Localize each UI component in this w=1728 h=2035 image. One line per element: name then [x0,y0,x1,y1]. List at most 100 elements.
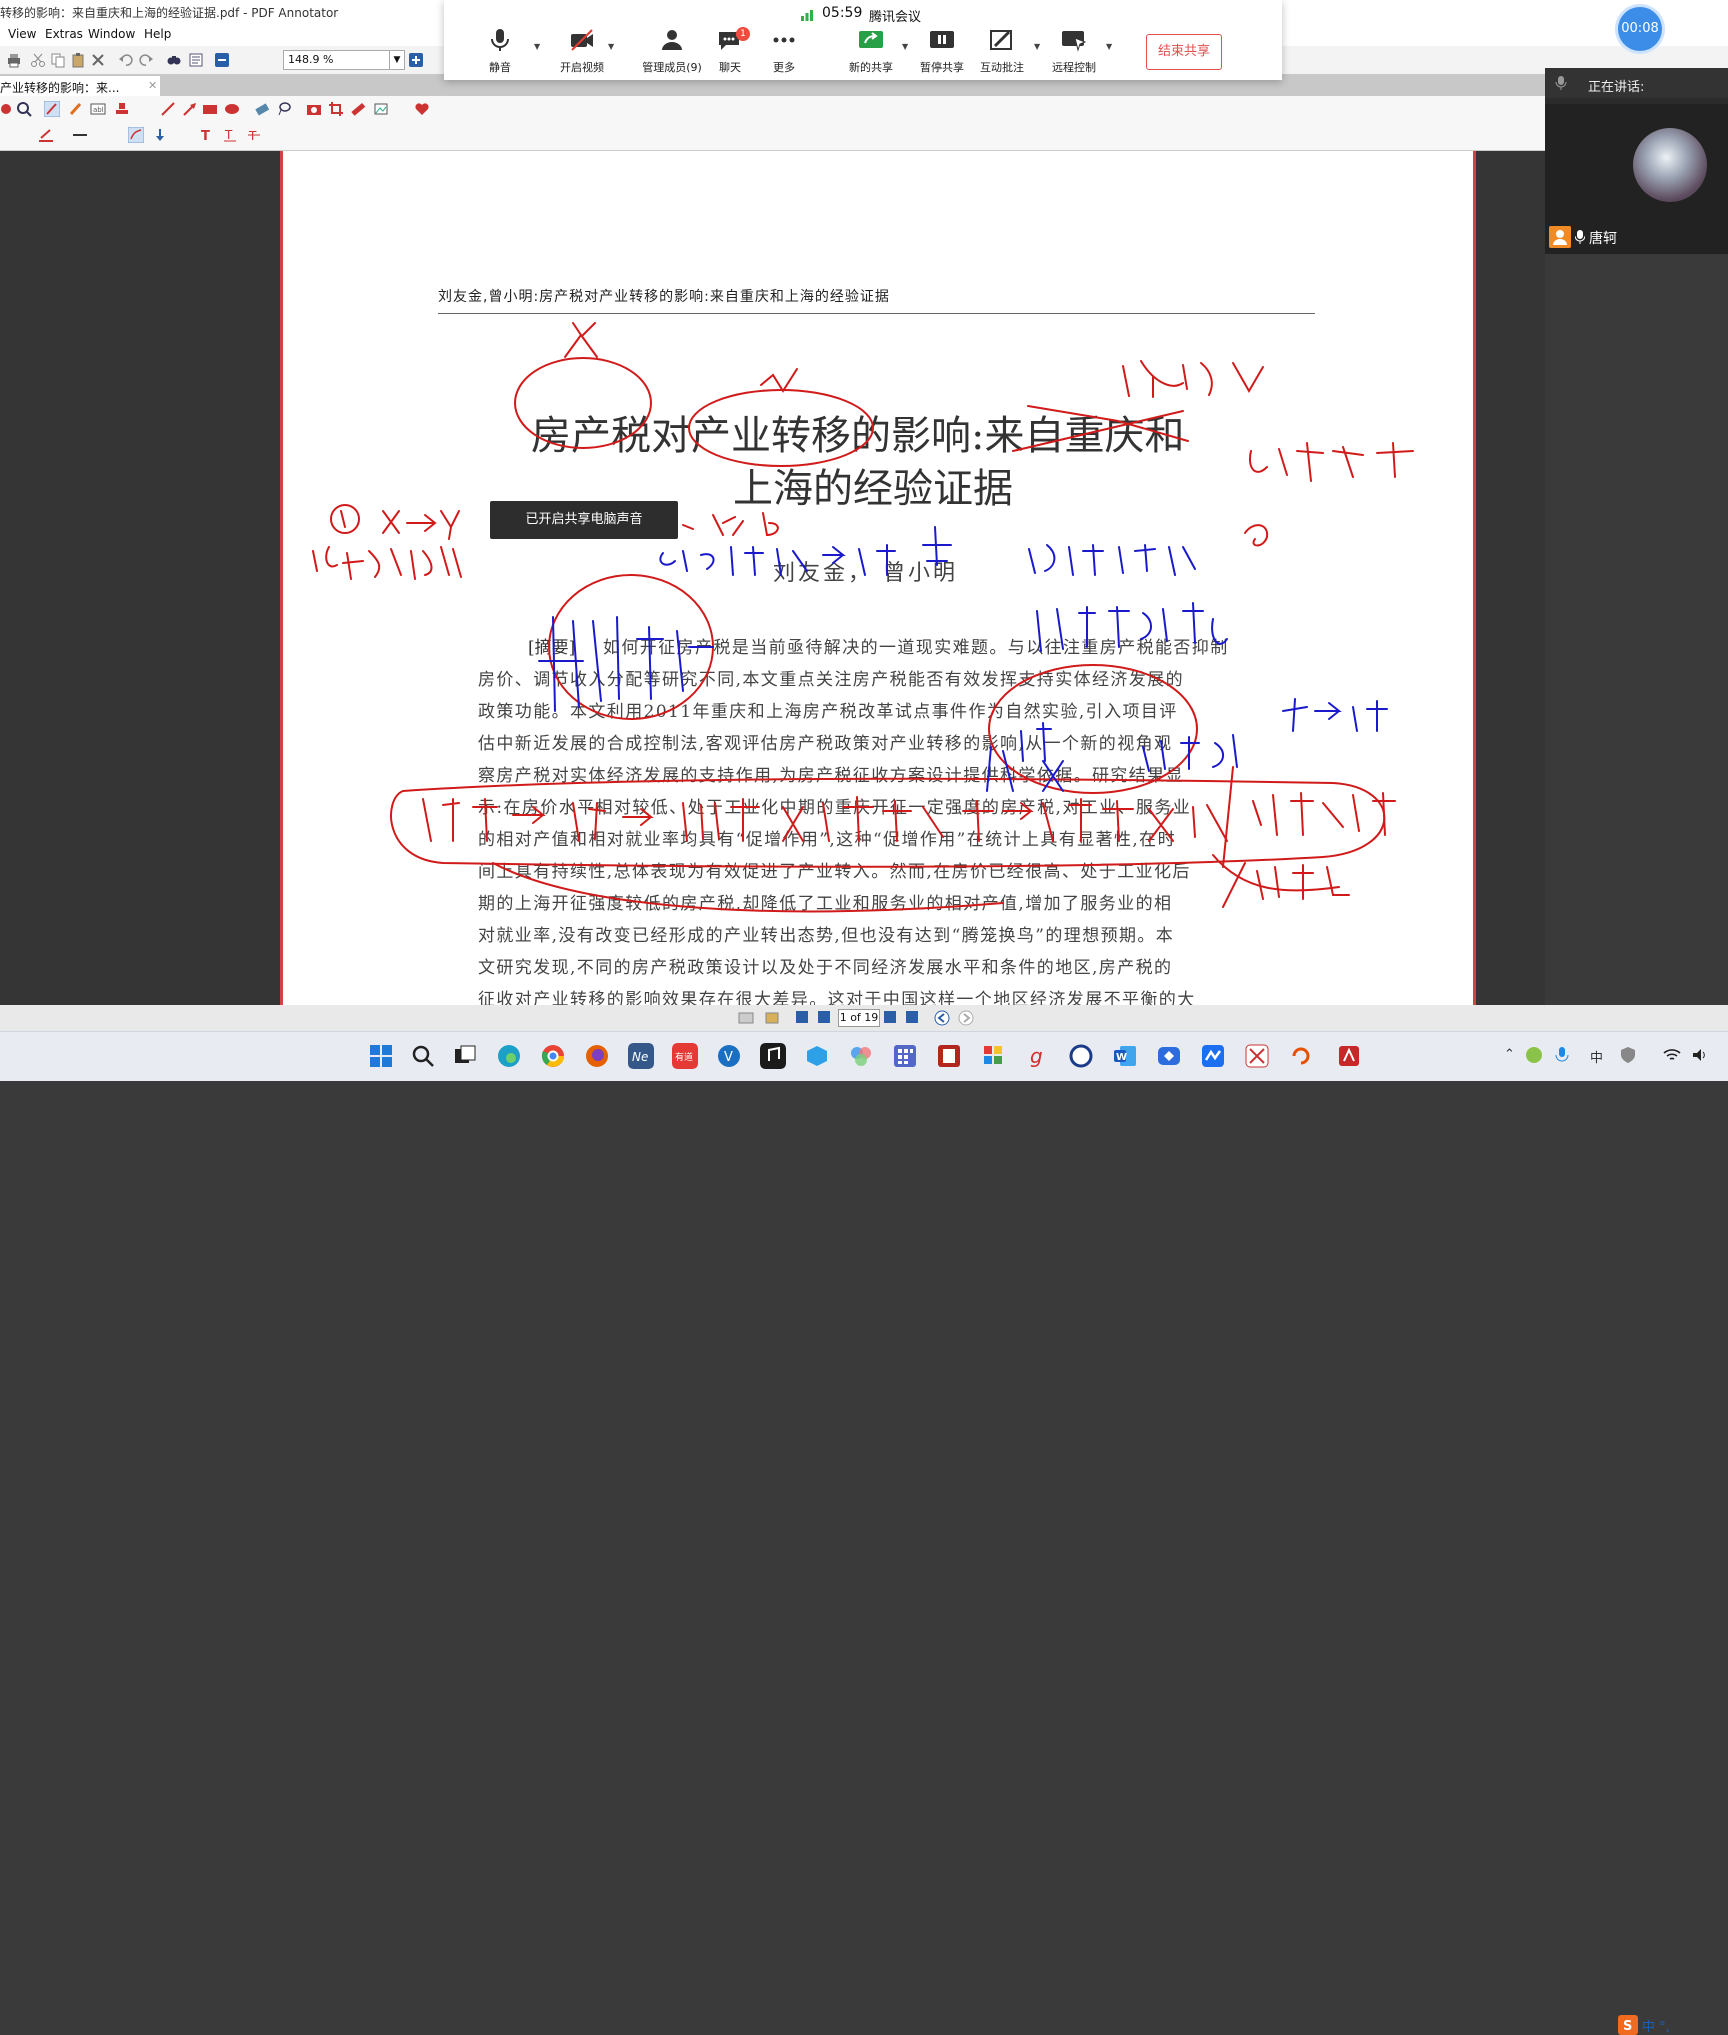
bookmark-app-icon[interactable] [980,1043,1006,1069]
wifi-icon[interactable] [1662,1045,1682,1065]
tray-security-icon[interactable] [1618,1045,1638,1065]
start-icon[interactable] [368,1043,394,1069]
chevron-down-icon[interactable]: ▼ [389,51,404,69]
line-style-icon[interactable] [72,127,88,143]
chevron-down-icon[interactable]: ▼ [902,42,908,51]
chevron-up-icon[interactable]: ⌃ [1504,1047,1515,1062]
menu-window[interactable]: Window [88,27,135,41]
line-tool-icon[interactable] [160,101,176,117]
end-share-button[interactable]: 结束共享 [1146,34,1222,70]
eraser-icon[interactable] [254,101,270,117]
text-strike-icon[interactable]: T [246,127,262,143]
menu-view[interactable]: View [8,27,36,41]
volume-icon[interactable] [1690,1045,1710,1065]
tab-document[interactable]: 产业转移的影响：来... ✕ [0,76,160,96]
paste-icon[interactable] [70,52,86,68]
document-view[interactable]: 刘友金,曾小明:房产税对产业转移的影响:来自重庆和上海的经验证据 房产税对产业转… [0,151,1545,1005]
chat-button[interactable]: 1 聊天 [708,27,752,76]
favorites-heart-icon[interactable] [414,101,430,117]
tray-microphone-icon[interactable] [1552,1045,1572,1065]
meeting-timer[interactable]: 00:08 [1618,7,1662,51]
reader-app-icon[interactable] [1336,1043,1362,1069]
zoom-in-icon[interactable] [408,52,424,68]
undo-icon[interactable] [118,52,134,68]
zoom-select[interactable]: 148.9 % ▼ [283,50,405,70]
firefox-browser-icon[interactable] [584,1043,610,1069]
chevron-down-icon[interactable]: ▼ [608,42,614,51]
youdao-dictionary-icon[interactable]: 有道 [672,1043,698,1069]
text-color-icon[interactable]: T [198,127,214,143]
rectangle-tool-icon[interactable] [202,101,218,117]
pdf-annotator-icon[interactable] [936,1043,962,1069]
chrome-browser-icon[interactable] [540,1043,566,1069]
arrow-tool-icon[interactable] [182,101,198,117]
note-app-icon[interactable]: Ne [628,1043,654,1069]
tencent-meeting-icon[interactable] [1200,1043,1226,1069]
task-view-icon[interactable] [452,1043,478,1069]
last-page-button[interactable] [906,1011,918,1023]
menu-extras[interactable]: Extras [45,27,83,41]
text-box-icon[interactable]: abl [90,101,106,117]
cube-app-icon[interactable] [804,1043,830,1069]
next-page-button[interactable] [884,1011,896,1023]
redo-icon[interactable] [138,52,154,68]
refresh-app-icon[interactable] [1288,1043,1314,1069]
smooth-stroke-icon[interactable] [128,127,144,143]
pause-share-button[interactable]: 暂停共享 [918,28,966,76]
edge-browser-icon[interactable] [496,1043,522,1069]
vpn-app-icon[interactable]: V [716,1043,742,1069]
bookmark-icon[interactable] [764,1010,780,1026]
speaker-video-tile[interactable]: 唐轲 [1545,104,1728,254]
mute-button[interactable]: 静音 [480,28,520,76]
ruler-icon[interactable] [350,101,366,117]
pen-color-icon[interactable] [38,127,54,143]
music-app-icon[interactable] [760,1043,786,1069]
chevron-down-icon[interactable]: ▼ [1034,42,1040,51]
text-underline-icon[interactable]: T [222,127,238,143]
eraser-tool-icon[interactable] [0,101,16,117]
pen-tool-icon[interactable] [44,101,60,117]
new-share-button[interactable]: 新的共享 [846,28,896,76]
lasso-icon[interactable] [276,101,292,117]
forward-icon[interactable] [958,1010,974,1026]
layout-icon[interactable] [188,52,204,68]
find-icon[interactable] [166,52,182,68]
thumbnails-icon[interactable] [738,1010,754,1026]
chevron-down-icon[interactable]: ▼ [1106,42,1112,51]
menu-help[interactable]: Help [144,27,171,41]
first-page-button[interactable] [796,1011,808,1023]
g-app-icon[interactable]: g [1024,1043,1050,1069]
remote-control-button[interactable]: 远程控制 [1050,28,1098,76]
search-icon[interactable] [410,1043,436,1069]
manage-members-button[interactable]: 管理成员(9) [624,28,720,76]
print-icon[interactable] [6,52,22,68]
clock-app-icon[interactable] [1068,1043,1094,1069]
start-video-button[interactable]: 开启视频 [554,28,610,76]
highlighter-icon[interactable] [68,101,84,117]
camera-icon[interactable] [306,101,322,117]
interactive-annotation-button[interactable]: 互动批注 [978,28,1026,76]
tray-app-icon[interactable] [1524,1045,1544,1065]
xmind-app-icon[interactable] [1244,1043,1270,1069]
insert-image-icon[interactable] [374,101,390,117]
pdf-page[interactable]: 刘友金,曾小明:房产税对产业转移的影响:来自重庆和上海的经验证据 房产税对产业转… [280,151,1476,1005]
ime-indicator[interactable]: S 中 °, [1618,2015,1728,2035]
tray-language[interactable]: 中 [1590,1047,1603,1066]
stamp-icon[interactable] [114,101,130,117]
chevron-down-icon[interactable]: ▼ [534,42,540,51]
back-icon[interactable] [934,1010,950,1026]
page-number-field[interactable]: 1 of 19 [838,1009,880,1027]
more-button[interactable]: 更多 [764,28,804,76]
cut-icon[interactable] [30,52,46,68]
photos-app-icon[interactable] [848,1043,874,1069]
ellipse-tool-icon[interactable] [224,101,240,117]
close-icon[interactable]: ✕ [148,79,157,92]
remote-app-icon[interactable] [1156,1043,1182,1069]
calculator-icon[interactable] [892,1043,918,1069]
copy-icon[interactable] [50,52,66,68]
auto-scroll-icon[interactable] [152,127,168,143]
crop-icon[interactable] [328,101,344,117]
zoom-tool-icon[interactable] [16,101,32,117]
word-app-icon[interactable]: W [1112,1043,1138,1069]
delete-icon[interactable] [90,52,106,68]
